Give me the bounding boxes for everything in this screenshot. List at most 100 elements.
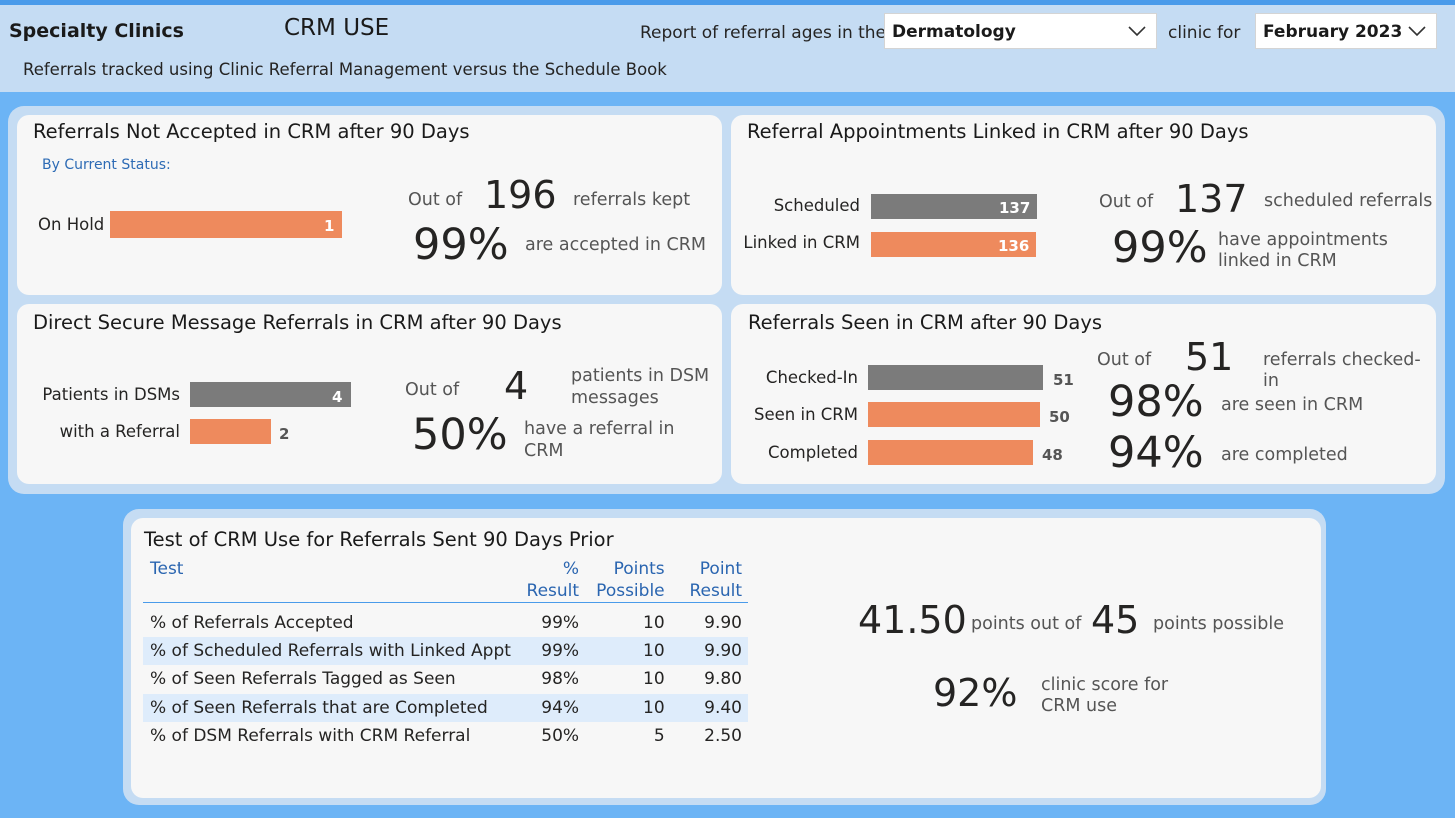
month-dropdown-value: February 2023 xyxy=(1263,22,1403,42)
bar-label-checked-in: Checked-In xyxy=(765,368,858,387)
not-accepted-card: Referrals Not Accepted in CRM after 90 D… xyxy=(17,115,722,295)
bar-label-scheduled: Scheduled xyxy=(773,196,860,215)
table-row[interactable]: % of Seen Referrals Tagged as Seen 98% 1… xyxy=(143,665,748,694)
linked-pct-text-1: have appointments xyxy=(1218,230,1388,250)
total-scheduled: 137 xyxy=(1175,177,1248,221)
chevron-down-icon xyxy=(1128,26,1146,37)
cell-point: 9.40 xyxy=(670,693,748,722)
filter-mid-label: clinic for xyxy=(1168,23,1241,43)
table-row[interactable]: % of Scheduled Referrals with Linked App… xyxy=(143,636,748,665)
clinic-score-text-2: CRM use xyxy=(1041,696,1118,716)
cell-test: % of Seen Referrals that are Completed xyxy=(143,693,517,722)
bar-label-patients-in-dsms: Patients in DSMs xyxy=(42,385,180,404)
completed-pct: 94% xyxy=(1108,428,1204,478)
points-possible: 45 xyxy=(1091,598,1140,642)
card-title: Referral Appointments Linked in CRM afte… xyxy=(747,120,1249,143)
total-text-1: patients in DSM xyxy=(571,366,710,386)
total-checked-in: 51 xyxy=(1185,335,1234,379)
cell-possible: 10 xyxy=(585,636,671,665)
col-header-test[interactable]: Test xyxy=(143,557,517,603)
dsm-pct-text-2: CRM xyxy=(524,441,564,461)
month-dropdown[interactable]: February 2023 xyxy=(1255,13,1437,49)
out-of-label: Out of xyxy=(1097,350,1152,370)
bar-with-referral xyxy=(190,419,271,444)
cell-point: 9.80 xyxy=(704,669,742,690)
completed-pct-text: are completed xyxy=(1221,445,1348,465)
points-possible-label: points possible xyxy=(1153,614,1284,634)
cell-test: % of DSM Referrals with CRM Referral xyxy=(150,726,471,747)
filter-prefix-label: Report of referral ages in the xyxy=(640,23,887,43)
card-title: Direct Secure Message Referrals in CRM a… xyxy=(33,311,562,334)
test-table: Test % Result Points Possible Point Result … xyxy=(143,557,748,751)
bar-value-completed: 48 xyxy=(1042,446,1063,464)
bar-label-linked: Linked in CRM xyxy=(743,233,860,252)
report-header: Specialty Clinics CRM USE Referrals trac… xyxy=(0,5,1455,92)
total-kept: 196 xyxy=(484,173,557,217)
table-row[interactable]: % of Seen Referrals that are Completed 9… xyxy=(143,693,748,722)
cell-result: 98% xyxy=(541,669,580,690)
card-title: Referrals Seen in CRM after 90 Days xyxy=(748,311,1103,334)
cell-point: 9.90 xyxy=(704,612,742,633)
bar-on-hold xyxy=(110,211,342,238)
cell-possible: 10 xyxy=(585,693,671,722)
cell-result: 99% xyxy=(541,612,580,633)
seen-card: Referrals Seen in CRM after 90 Days Chec… xyxy=(731,304,1436,484)
cell-possible: 10 xyxy=(643,669,665,690)
table-row[interactable]: % of Referrals Accepted 99% 10 9.90 xyxy=(143,603,748,637)
linked-pct: 99% xyxy=(1112,223,1208,273)
cell-test: % of Scheduled Referrals with Linked App… xyxy=(143,636,517,665)
cell-result: 94% xyxy=(516,693,586,722)
cell-possible: 5 xyxy=(653,726,665,747)
col-header-pct-result[interactable]: % Result xyxy=(516,557,586,603)
col-header-points-possible[interactable]: Points Possible xyxy=(585,557,671,603)
cell-point: 9.90 xyxy=(670,636,748,665)
accepted-pct: 99% xyxy=(413,220,509,270)
page-title: CRM USE xyxy=(284,15,390,41)
bar-label-completed: Completed xyxy=(768,443,858,462)
chevron-down-icon xyxy=(1408,26,1426,37)
col-header-point-result[interactable]: Point Result xyxy=(670,557,748,603)
table-header-row: Test % Result Points Possible Point Result xyxy=(143,557,748,603)
total-suffix: referrals kept xyxy=(573,190,691,210)
bar-patients-in-dsms xyxy=(190,382,351,407)
clinic-score: 92% xyxy=(933,671,1018,715)
seen-pct-text: are seen in CRM xyxy=(1221,395,1364,415)
points-out-of-label: points out of xyxy=(971,614,1082,634)
accepted-pct-text: are accepted in CRM xyxy=(525,235,706,255)
bar-value-scheduled: 137 xyxy=(999,199,1031,217)
seen-pct: 98% xyxy=(1108,377,1204,427)
clinic-score-text-1: clinic score for xyxy=(1041,675,1169,695)
bar-value-checked-in: 51 xyxy=(1053,371,1074,389)
total-text-2: messages xyxy=(571,388,659,408)
clinic-dropdown-value: Dermatology xyxy=(892,22,1016,42)
dsm-pct: 50% xyxy=(412,410,508,460)
linked-pct-text-2: linked in CRM xyxy=(1218,251,1337,271)
clinic-dropdown[interactable]: Dermatology xyxy=(884,13,1157,49)
bar-value-with-referral: 2 xyxy=(279,425,290,443)
cell-result: 50% xyxy=(541,726,580,747)
out-of-label: Out of xyxy=(405,380,460,400)
bar-label-on-hold: On Hold xyxy=(38,215,105,234)
out-of-label: Out of xyxy=(408,190,463,210)
dsm-card: Direct Secure Message Referrals in CRM a… xyxy=(17,304,722,484)
points-earned: 41.50 xyxy=(858,598,967,642)
status-header: By Current Status: xyxy=(42,157,171,173)
total-dsm: 4 xyxy=(504,364,529,408)
out-of-label: Out of xyxy=(1099,192,1154,212)
bar-value-patients-in-dsms: 4 xyxy=(332,388,343,406)
cell-point: 2.50 xyxy=(704,726,742,747)
total-suffix: referrals checked-in xyxy=(1263,350,1421,391)
bar-label-with-referral: with a Referral xyxy=(59,422,180,441)
bar-label-seen: Seen in CRM xyxy=(754,405,858,424)
bar-completed xyxy=(868,440,1033,465)
total-suffix: scheduled referrals xyxy=(1264,191,1433,211)
bar-value-seen: 50 xyxy=(1049,408,1070,426)
test-title: Test of CRM Use for Referrals Sent 90 Da… xyxy=(144,528,614,551)
cell-result: 99% xyxy=(516,636,586,665)
table-row[interactable]: % of DSM Referrals with CRM Referral 50%… xyxy=(143,722,748,751)
bar-value-on-hold: 1 xyxy=(324,217,335,235)
bar-checked-in xyxy=(868,365,1043,390)
bar-value-linked: 136 xyxy=(998,237,1030,255)
cell-possible: 10 xyxy=(643,612,665,633)
dsm-pct-text-1: have a referral in xyxy=(524,419,675,439)
